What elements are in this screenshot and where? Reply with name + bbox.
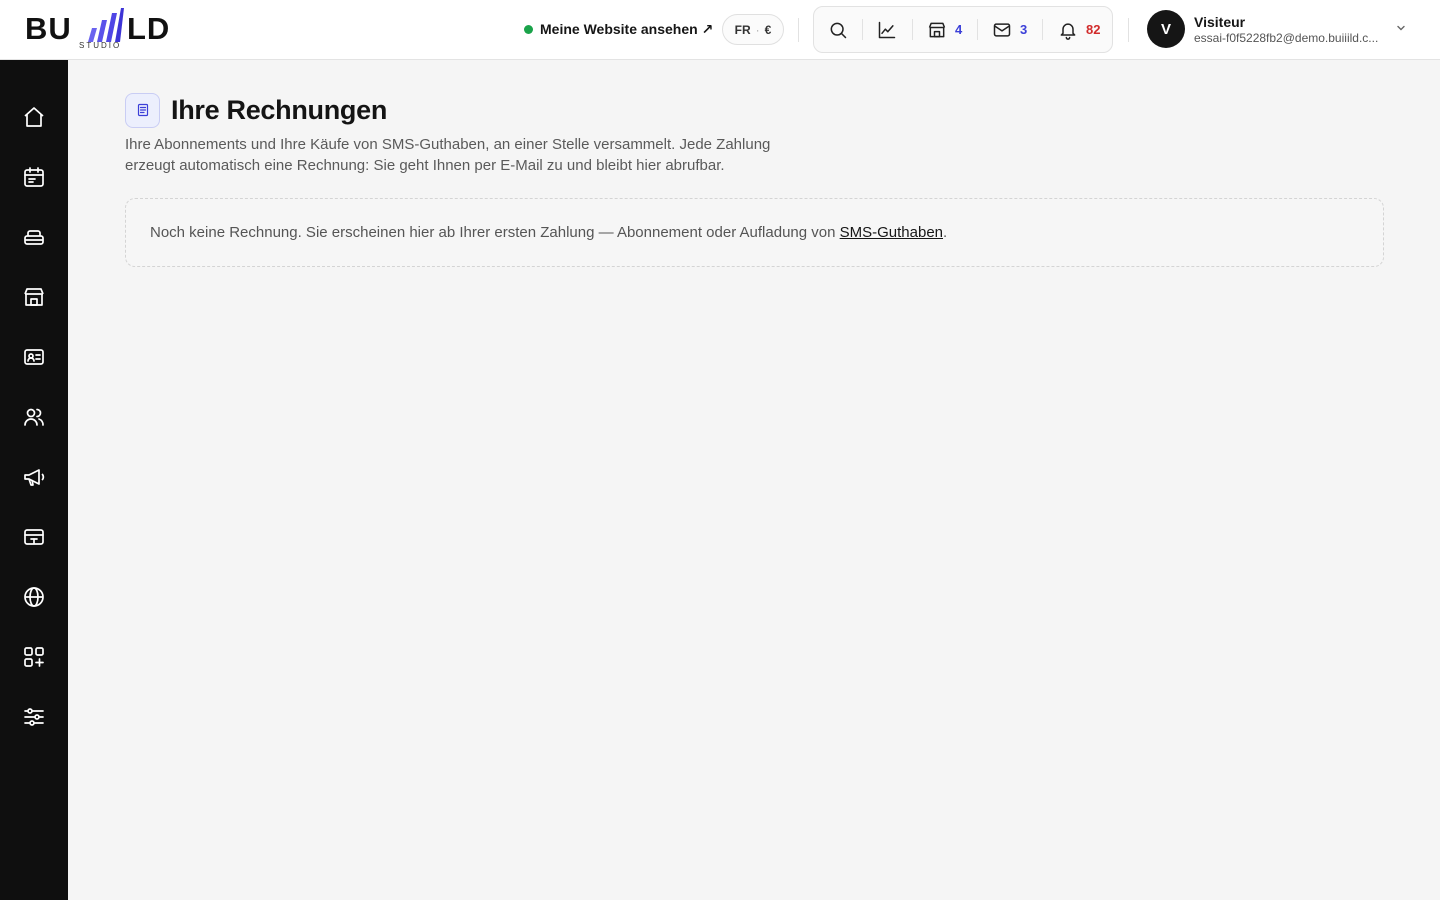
- settings-sliders-icon: [24, 708, 44, 726]
- messages-button[interactable]: 3: [992, 7, 1027, 52]
- empty-state-text: Noch keine Rechnung. Sie erscheinen hier…: [150, 224, 840, 241]
- toolbar-divider: [862, 19, 863, 40]
- empty-state-suffix: .: [943, 224, 948, 241]
- sidebar-item-calendar[interactable]: [12, 155, 56, 199]
- logo-subtitle: STUDIO: [79, 41, 122, 50]
- services-icon: [24, 230, 44, 245]
- search-button[interactable]: [828, 7, 848, 52]
- sidebar: [0, 60, 68, 900]
- payment-card-icon: [24, 529, 44, 545]
- page-title: Ihre Rechnungen: [171, 94, 388, 125]
- bell-icon: [1060, 22, 1076, 40]
- view-website-label: Meine Website ansehen ↗: [540, 20, 714, 37]
- chart-line-icon: [878, 21, 896, 38]
- brand-logo[interactable]: BU LD STUDIO: [24, 8, 184, 52]
- avatar: V: [1147, 10, 1185, 48]
- main-content: Ihre Rechnungen Ihre Abonnements und Ihr…: [125, 92, 1385, 267]
- sidebar-item-payments[interactable]: [12, 515, 56, 559]
- apps-add-icon: [24, 647, 44, 667]
- header-divider: [798, 18, 799, 42]
- empty-state-message: Noch keine Rechnung. Sie erscheinen hier…: [150, 224, 947, 241]
- logo-text-left: BU: [25, 11, 72, 46]
- stats-button[interactable]: [877, 7, 897, 52]
- lang-separator: ·: [755, 22, 760, 37]
- contact-card-icon: [24, 349, 44, 365]
- page-description: Ihre Abonnements und Ihre Käufe von SMS-…: [125, 136, 771, 174]
- chevron-down-icon: [1397, 25, 1405, 31]
- sidebar-item-website[interactable]: [12, 575, 56, 619]
- sidebar-item-marketing[interactable]: [12, 455, 56, 499]
- language-currency-switcher[interactable]: FR · €: [722, 14, 784, 45]
- sms-credit-link[interactable]: SMS-Guthaben: [840, 224, 943, 241]
- users-icon: [24, 408, 44, 426]
- sidebar-item-users[interactable]: [12, 395, 56, 439]
- calendar-icon: [24, 167, 44, 187]
- toolbar-divider: [912, 19, 913, 40]
- toolbar-divider: [1042, 19, 1043, 40]
- view-website-link[interactable]: Meine Website ansehen ↗: [524, 19, 713, 39]
- language-code: FR: [734, 22, 751, 37]
- shop-button[interactable]: 4: [927, 7, 962, 52]
- shop-count-badge: 4: [955, 22, 963, 37]
- quick-toolbar: 4 3 82: [813, 6, 1113, 53]
- logo-bars-icon: [88, 8, 124, 42]
- mail-icon: [993, 22, 1011, 37]
- storefront-icon: [24, 288, 44, 306]
- sidebar-item-settings[interactable]: [12, 695, 56, 739]
- sidebar-item-contacts[interactable]: [12, 335, 56, 379]
- toolbar-divider: [977, 19, 978, 40]
- top-bar: BU LD STUDIO Meine Website ansehen ↗ FR …: [0, 0, 1440, 60]
- site-status-dot: [524, 24, 533, 34]
- empty-state: Noch keine Rechnung. Sie erscheinen hier…: [125, 198, 1384, 267]
- invoice-icon: [137, 103, 148, 117]
- globe-icon: [24, 587, 44, 607]
- sidebar-item-apps[interactable]: [12, 635, 56, 679]
- user-name: Visiteur: [1194, 14, 1246, 30]
- mail-count-badge: 3: [1020, 22, 1028, 37]
- currency-symbol: €: [764, 22, 772, 37]
- storefront-icon: [928, 22, 946, 37]
- home-icon: [24, 107, 44, 127]
- notifications-count-badge: 82: [1086, 22, 1101, 37]
- invoice-icon-badge: [125, 92, 160, 128]
- notifications-button[interactable]: 82: [1058, 7, 1100, 52]
- logo-text-right: LD: [127, 11, 171, 46]
- user-menu[interactable]: V Visiteur essai-f0f5228fb2@demo.buiiild…: [1147, 10, 1417, 50]
- page-header: Ihre Rechnungen: [125, 92, 1385, 128]
- user-email: essai-f0f5228fb2@demo.buiiild.c...: [1194, 31, 1379, 45]
- sidebar-item-store[interactable]: [12, 275, 56, 319]
- megaphone-icon: [24, 469, 45, 486]
- sidebar-item-services[interactable]: [12, 215, 56, 259]
- header-divider: [1128, 18, 1129, 42]
- search-icon: [830, 22, 847, 38]
- sidebar-item-home[interactable]: [12, 95, 56, 139]
